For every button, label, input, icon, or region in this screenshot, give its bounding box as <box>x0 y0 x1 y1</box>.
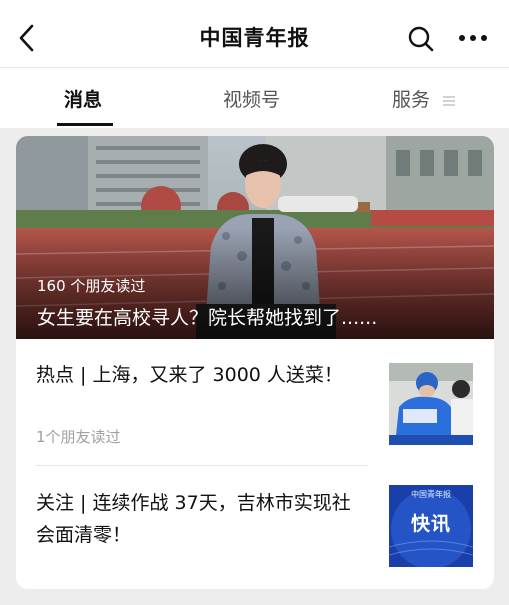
article-thumbnail: 中国青年报 快讯 <box>389 485 473 567</box>
featured-read-count: 160 个朋友读过 <box>37 277 146 295</box>
tab-video-channel[interactable]: 视频号 <box>223 85 280 112</box>
article-title: 热点 | 上海，又来了 3000 人送菜！ <box>36 364 343 386</box>
top-bar: 中国青年报 <box>0 0 509 68</box>
tab-services-label: 服务 <box>392 89 431 111</box>
featured-article-title: 女生要在高校寻人？院长帮她找到了...... <box>37 307 378 329</box>
tab-bar: 消息 视频号 服务 <box>0 68 509 128</box>
article-item-focus[interactable]: 关注 | 连续作战 37天，吉林市实现社会面清零！ 中国青年报 快讯 <box>16 465 494 589</box>
tab-services[interactable]: 服务 <box>392 85 456 112</box>
featured-article[interactable]: 160 个朋友读过 女生要在高校寻人？院长帮她找到了...... <box>16 136 494 339</box>
article-item-hotspot[interactable]: 热点 | 上海，又来了 3000 人送菜！ 1个朋友读过 <box>16 339 494 465</box>
thumbnail-brand: 中国青年报 <box>411 490 451 499</box>
more-dots-icon[interactable] <box>456 26 490 50</box>
article-title: 关注 | 连续作战 37天，吉林市实现社会面清零！ <box>36 492 351 546</box>
article-card: 160 个朋友读过 女生要在高校寻人？院长帮她找到了...... 热点 | 上海… <box>16 136 494 589</box>
thumbnail-news-flash-label: 快讯 <box>410 513 451 535</box>
delivery-worker-photo <box>389 363 473 445</box>
article-thumbnail <box>389 363 473 445</box>
search-icon[interactable] <box>406 24 436 54</box>
menu-lines-icon <box>443 95 456 106</box>
tab-messages[interactable]: 消息 <box>64 85 102 112</box>
active-tab-indicator <box>57 123 113 126</box>
article-read-count: 1个朋友读过 <box>36 428 121 446</box>
